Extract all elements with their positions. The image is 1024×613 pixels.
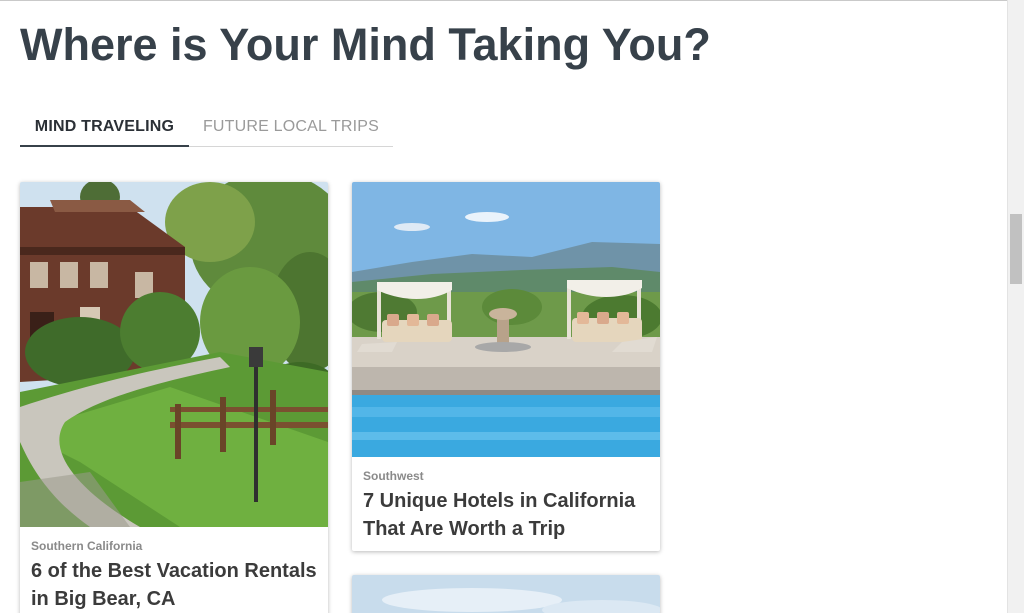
tab-mind-traveling[interactable]: MIND TRAVELING (20, 108, 189, 147)
article-card-unique-hotels[interactable]: Southwest 7 Unique Hotels in California … (352, 182, 660, 551)
article-card-partial[interactable] (352, 575, 660, 613)
card-category: Southwest (363, 469, 424, 483)
card-title[interactable]: 6 of the Best Vacation Rentals in Big Be… (31, 557, 321, 613)
card-image-lodge[interactable] (20, 182, 328, 527)
vertical-scrollbar[interactable] (1007, 0, 1024, 613)
card-category: Southern California (31, 539, 143, 553)
page-content: Where is Your Mind Taking You? MIND TRAV… (0, 0, 1007, 613)
article-card-big-bear[interactable]: Southern California 6 of the Best Vacati… (20, 182, 328, 613)
page-title: Where is Your Mind Taking You? (20, 19, 711, 70)
tab-bar: MIND TRAVELING FUTURE LOCAL TRIPS (20, 108, 393, 147)
card-title[interactable]: 7 Unique Hotels in California That Are W… (363, 487, 653, 543)
tab-future-local-trips[interactable]: FUTURE LOCAL TRIPS (189, 108, 393, 145)
scrollbar-thumb[interactable] (1010, 214, 1022, 284)
card-image-pool[interactable] (352, 182, 660, 457)
card-image-sky[interactable] (352, 575, 660, 613)
